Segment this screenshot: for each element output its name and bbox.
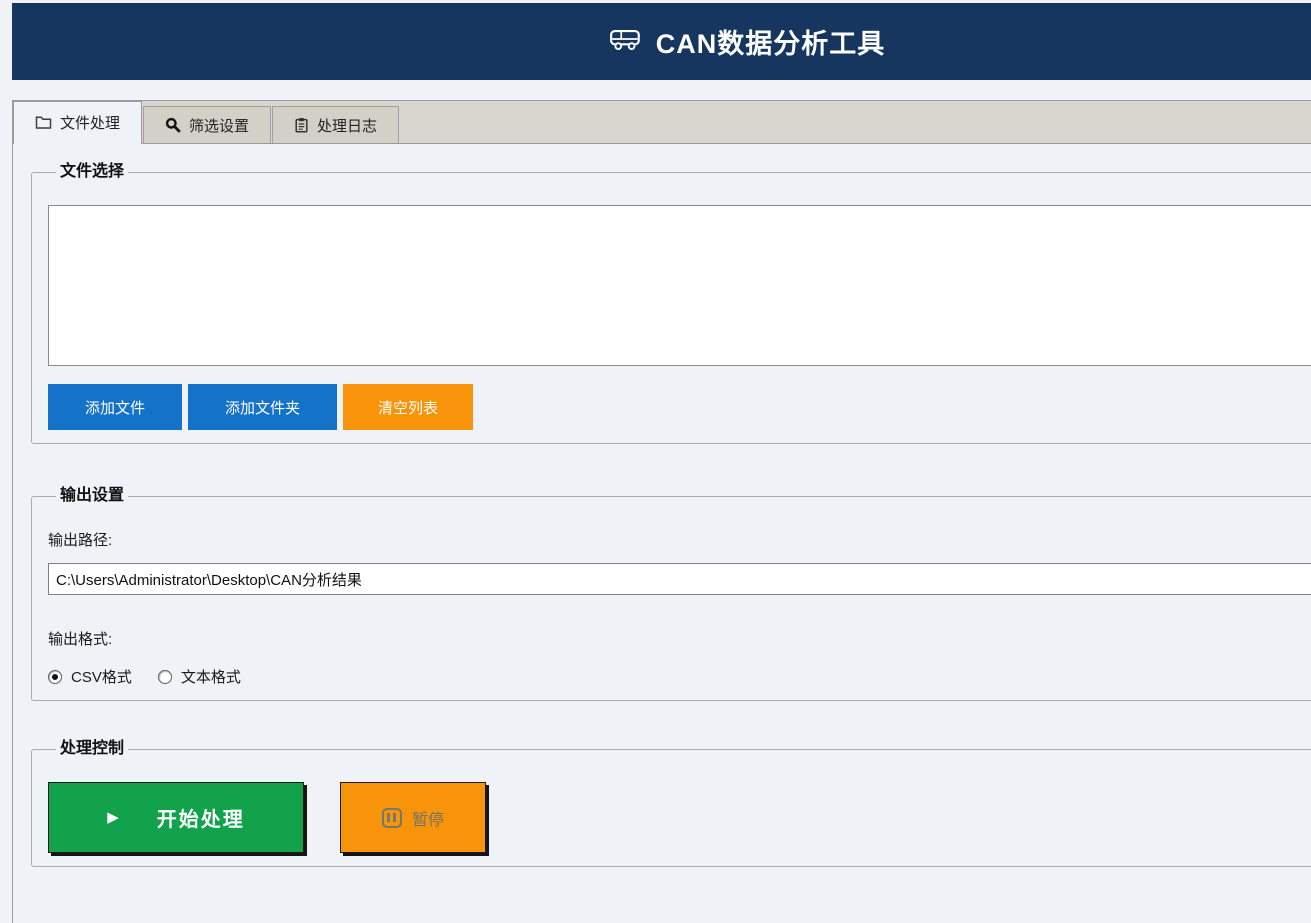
pause-icon — [382, 808, 402, 828]
control-button-row: ▶ 开始处理 暂停 — [48, 782, 1311, 853]
output-format-label: 输出格式: — [48, 628, 1311, 649]
notebook: 文件处理 筛选设置 — [12, 100, 1311, 923]
page-title: CAN数据分析工具 — [656, 22, 886, 61]
clear-list-button[interactable]: 清空列表 — [343, 384, 473, 430]
add-folder-button[interactable]: 添加文件夹 — [188, 384, 337, 430]
play-icon: ▶ — [107, 810, 119, 825]
pause-button-label: 暂停 — [412, 806, 444, 830]
radio-csv-format[interactable]: CSV格式 — [48, 666, 132, 687]
output-path-label: 输出路径: — [48, 529, 1311, 550]
radio-label: CSV格式 — [71, 666, 132, 687]
output-format-options: CSV格式 文本格式 — [48, 666, 1311, 687]
tab-bar: 文件处理 筛选设置 — [12, 100, 1311, 143]
radio-text-format[interactable]: 文本格式 — [158, 666, 241, 687]
radio-label: 文本格式 — [181, 666, 241, 687]
app-header: CAN数据分析工具 — [12, 3, 1311, 80]
output-settings-group: 输出设置 输出路径: 输出格式: CSV格式 文本格式 — [31, 487, 1311, 701]
car-icon — [609, 26, 643, 57]
tab-label: 文件处理 — [60, 112, 120, 133]
tab-filter-settings[interactable]: 筛选设置 — [143, 106, 271, 143]
file-button-row: 添加文件 添加文件夹 清空列表 — [48, 384, 1311, 430]
start-processing-button[interactable]: ▶ 开始处理 — [48, 782, 304, 853]
app-window: CAN数据分析工具 文件处理 筛选设置 — [0, 0, 1311, 923]
radio-button-icon[interactable] — [48, 670, 62, 684]
tab-file-processing[interactable]: 文件处理 — [13, 101, 142, 144]
folder-icon — [35, 115, 52, 130]
output-settings-legend: 输出设置 — [56, 487, 128, 505]
process-control-group: 处理控制 ▶ 开始处理 暂停 — [31, 740, 1311, 867]
tab-label: 筛选设置 — [189, 115, 249, 136]
tab-panel-file-processing: 文件选择 添加文件 添加文件夹 清空列表 输出设置 输出路径: 输出格式: CS… — [12, 143, 1311, 923]
file-selection-legend: 文件选择 — [56, 163, 128, 181]
clipboard-icon — [294, 117, 309, 133]
output-path-input[interactable] — [48, 563, 1311, 595]
pause-button[interactable]: 暂停 — [340, 782, 486, 853]
start-button-label: 开始处理 — [157, 803, 245, 832]
add-file-button[interactable]: 添加文件 — [48, 384, 182, 430]
radio-button-icon[interactable] — [158, 670, 172, 684]
file-listbox[interactable] — [48, 205, 1311, 366]
search-icon — [165, 117, 181, 133]
tab-processing-log[interactable]: 处理日志 — [272, 106, 399, 143]
process-control-legend: 处理控制 — [56, 740, 128, 758]
tab-label: 处理日志 — [317, 115, 377, 136]
file-selection-group: 文件选择 添加文件 添加文件夹 清空列表 — [31, 163, 1311, 444]
